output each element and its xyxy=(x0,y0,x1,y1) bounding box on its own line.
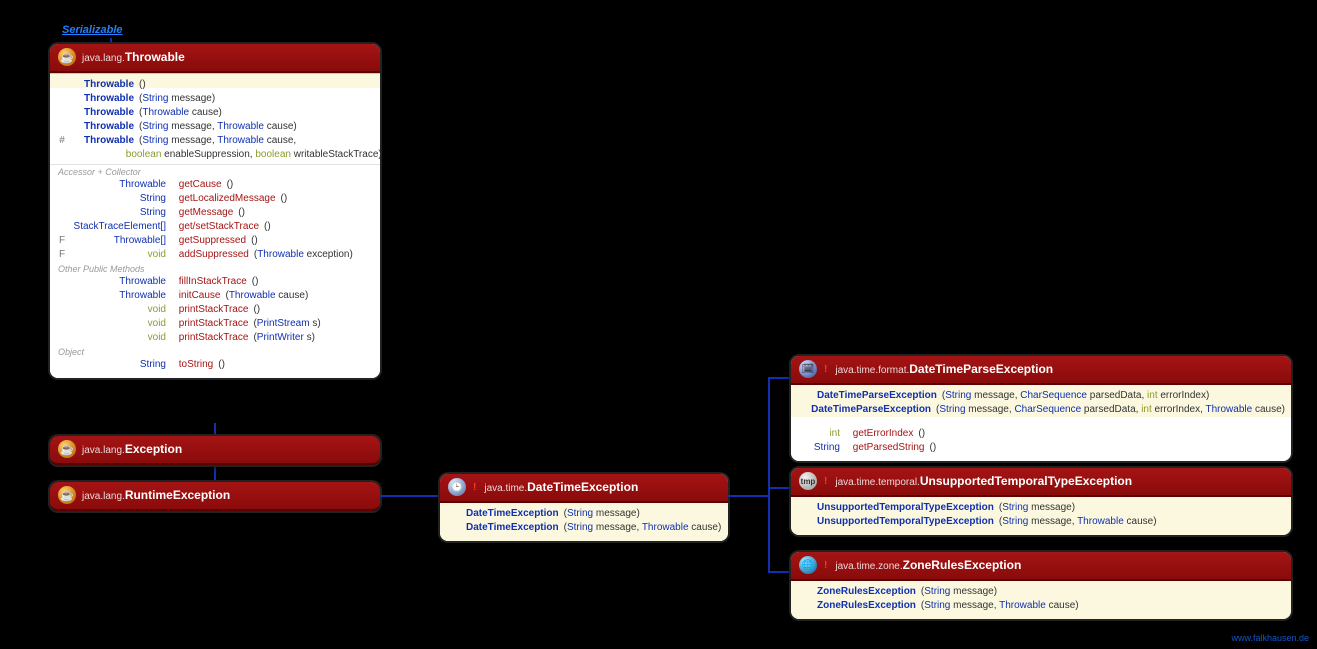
class-name: ZoneRulesException xyxy=(903,558,1022,572)
constructor-row: Throwable () xyxy=(56,78,374,92)
constructor-row: DateTimeParseException (String message, … xyxy=(797,389,1285,403)
zone-icon: 🌐 xyxy=(799,556,817,574)
method-row: StackTraceElement[] get/setStackTrace () xyxy=(56,220,374,234)
constructor-row: DateTimeException (String message) xyxy=(446,507,722,521)
method-row: FThrowable[] getSuppressed () xyxy=(56,234,374,248)
pipe-icon: ! xyxy=(473,482,476,493)
class-zone-rules-exception: 🌐! java.time.zone.ZoneRulesException Zon… xyxy=(791,552,1291,619)
class-header: ☕ java.lang.Exception xyxy=(50,436,380,465)
interface-link-label: Serializable xyxy=(62,24,123,36)
package-label: java.lang. xyxy=(82,491,125,502)
method-row: Throwable initCause (Throwable cause) xyxy=(56,289,374,303)
pipe-icon: ! xyxy=(824,476,827,487)
class-header: tmp! java.time.temporal.UnsupportedTempo… xyxy=(791,468,1291,497)
method-row: void printStackTrace (PrintStream s) xyxy=(56,317,374,331)
constructor-row: UnsupportedTemporalTypeException (String… xyxy=(797,501,1285,515)
class-header: ☕ java.lang.Throwable xyxy=(50,44,380,73)
pipe-icon: ! xyxy=(824,364,827,375)
method-row: Throwable getCause () xyxy=(56,178,374,192)
package-label: java.lang. xyxy=(82,445,125,456)
class-header: 🌐! java.time.zone.ZoneRulesException xyxy=(791,552,1291,581)
class-exception: ☕ java.lang.Exception xyxy=(50,436,380,465)
constructor-row: #Throwable (String message, Throwable ca… xyxy=(56,134,374,148)
members: DateTimeParseException (String message, … xyxy=(791,385,1291,461)
constructor-row-cont: Throwable boolean enableSuppression, boo… xyxy=(56,148,374,162)
package-label: java.time.zone. xyxy=(835,561,902,572)
java-cup-icon: ☕ xyxy=(58,48,76,66)
connector xyxy=(768,487,792,489)
connector xyxy=(768,571,792,573)
class-datetime-exception: 🕒! java.time.DateTimeException DateTimeE… xyxy=(440,474,728,541)
footer-link-label: www.falkhausen.de xyxy=(1231,633,1309,643)
class-name: DateTimeParseException xyxy=(909,362,1053,376)
class-name: Exception xyxy=(125,442,182,456)
constructor-row: DateTimeParseException (String message, … xyxy=(797,403,1285,417)
members: UnsupportedTemporalTypeException (String… xyxy=(791,497,1291,535)
constructor-row: ZoneRulesException (String message) xyxy=(797,585,1285,599)
section-label: Accessor + Collector xyxy=(58,167,374,177)
constructor-row: DateTimeException (String message, Throw… xyxy=(446,521,722,535)
method-row: String getMessage () xyxy=(56,206,374,220)
connector xyxy=(214,423,216,437)
method-row: String getLocalizedMessage () xyxy=(56,192,374,206)
members: DateTimeException (String message)DateTi… xyxy=(440,503,728,541)
temporal-icon: tmp xyxy=(799,472,817,490)
members: ZoneRulesException (String message)ZoneR… xyxy=(791,581,1291,619)
constructor-row: UnsupportedTemporalTypeException (String… xyxy=(797,515,1285,529)
method-row: void printStackTrace () xyxy=(56,303,374,317)
pipe-icon: ! xyxy=(824,560,827,571)
class-runtime-exception: ☕ java.lang.RuntimeException xyxy=(50,482,380,511)
section-label: Object xyxy=(58,347,374,357)
format-icon: 🗓 xyxy=(799,360,817,378)
class-name: RuntimeException xyxy=(125,488,230,502)
connector xyxy=(214,465,216,483)
connector xyxy=(768,377,792,379)
constructor-row: Throwable (String message) xyxy=(56,92,374,106)
section-label: Other Public Methods xyxy=(58,264,374,274)
connector xyxy=(768,377,770,573)
class-header: 🗓! java.time.format.DateTimeParseExcepti… xyxy=(791,356,1291,385)
java-cup-icon: ☕ xyxy=(58,440,76,458)
package-label: java.lang. xyxy=(82,53,125,64)
constructor-row: Throwable (String message, Throwable cau… xyxy=(56,120,374,134)
class-header: 🕒! java.time.DateTimeException xyxy=(440,474,728,503)
class-name: DateTimeException xyxy=(527,480,638,494)
constructor-row: Throwable (Throwable cause) xyxy=(56,106,374,120)
method-row: int getErrorIndex () xyxy=(797,427,1285,441)
members: Throwable ()Throwable (String message)Th… xyxy=(50,73,380,378)
class-name: Throwable xyxy=(125,50,185,64)
interface-link-serializable[interactable]: Serializable xyxy=(62,24,123,36)
method-row: Throwable fillInStackTrace () xyxy=(56,275,374,289)
class-header: ☕ java.lang.RuntimeException xyxy=(50,482,380,511)
method-row: String toString () xyxy=(56,358,374,372)
package-label: java.time. xyxy=(484,483,527,494)
footer-link[interactable]: www.falkhausen.de xyxy=(1231,633,1309,643)
java-cup-icon: ☕ xyxy=(58,486,76,504)
connector xyxy=(728,495,770,497)
connector xyxy=(380,495,440,497)
constructor-row: ZoneRulesException (String message, Thro… xyxy=(797,599,1285,613)
package-label: java.time.format. xyxy=(835,365,909,376)
package-label: java.time.temporal. xyxy=(835,477,919,488)
method-row: void printStackTrace (PrintWriter s) xyxy=(56,331,374,345)
class-throwable: ☕ java.lang.Throwable Throwable ()Throwa… xyxy=(50,44,380,378)
method-row: String getParsedString () xyxy=(797,441,1285,455)
class-name: UnsupportedTemporalTypeException xyxy=(920,474,1132,488)
class-datetime-parse-exception: 🗓! java.time.format.DateTimeParseExcepti… xyxy=(791,356,1291,461)
method-row: Fvoid addSuppressed (Throwable exception… xyxy=(56,248,374,262)
clock-icon: 🕒 xyxy=(448,478,466,496)
class-unsupported-temporal-type-exception: tmp! java.time.temporal.UnsupportedTempo… xyxy=(791,468,1291,535)
